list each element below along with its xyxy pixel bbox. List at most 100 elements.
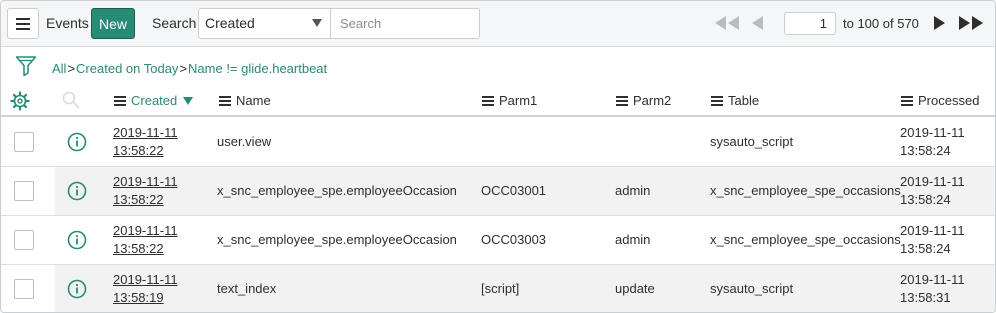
column-search-button[interactable]	[62, 91, 80, 112]
row-checkbox[interactable]	[14, 132, 34, 152]
created-link[interactable]: 2019-11-11 13:58:19	[113, 271, 178, 307]
column-menu-icon[interactable]	[711, 95, 723, 106]
chevron-down-icon	[312, 19, 322, 27]
page-range-label: to 100 of 570	[843, 16, 919, 31]
filter-toggle-button[interactable]	[15, 55, 37, 80]
cell-name: text_index	[217, 281, 277, 296]
created-time: 13:58:22	[113, 192, 164, 207]
double-triangle-right-icon	[959, 16, 983, 30]
cell-processed: 2019-11-11 13:58:24	[900, 222, 965, 258]
cell-table: x_snc_employee_spe_occasions	[710, 183, 901, 198]
breadcrumb-item-all[interactable]: All	[52, 61, 66, 76]
column-label-processed: Processed	[918, 93, 980, 108]
column-header-table[interactable]: Table	[711, 93, 759, 108]
sort-descending-icon	[183, 96, 194, 105]
processed-date: 2019-11-11	[900, 272, 965, 287]
column-header-parm1[interactable]: Parm1	[482, 93, 537, 108]
cell-name: x_snc_employee_spe.employeeOccasion	[217, 183, 457, 198]
processed-date: 2019-11-11	[900, 174, 965, 189]
breadcrumb-item-created-today[interactable]: Created on Today	[76, 61, 178, 76]
preview-record-button[interactable]	[67, 279, 87, 302]
created-link[interactable]: 2019-11-11 13:58:22	[113, 222, 178, 258]
cell-name: x_snc_employee_spe.employeeOccasion	[217, 232, 457, 247]
cell-table: sysauto_script	[710, 134, 794, 149]
preview-record-button[interactable]	[67, 181, 87, 204]
created-link[interactable]: 2019-11-11 13:58:22	[113, 124, 178, 160]
breadcrumb: All>Created on Today>Name != glide.heart…	[52, 61, 327, 76]
processed-date: 2019-11-11	[900, 125, 965, 140]
column-header-name[interactable]: Name	[219, 93, 271, 108]
cell-parm1: OCC03001	[481, 183, 547, 198]
search-label: Search	[152, 15, 197, 31]
row-checkbox[interactable]	[14, 279, 34, 299]
search-field-select[interactable]: Created	[198, 8, 331, 39]
funnel-filter-icon	[15, 56, 37, 77]
cell-table: sysauto_script	[710, 281, 794, 296]
table-row: 2019-11-11 13:58:19 text_index [script] u…	[1, 265, 995, 312]
table-header: Created Name Parm1 Parm2 Table Processed	[1, 85, 995, 117]
breadcrumb-separator: >	[67, 61, 76, 76]
page-title: Events	[46, 15, 89, 31]
column-label-table: Table	[728, 93, 760, 108]
hamburger-menu-icon	[16, 17, 30, 30]
column-label-created: Created	[131, 93, 178, 108]
processed-time: 13:58:24	[900, 143, 951, 158]
cell-name: user.view	[217, 134, 272, 149]
column-header-parm2[interactable]: Parm2	[616, 93, 671, 108]
cell-processed: 2019-11-11 13:58:24	[900, 173, 965, 209]
preview-record-button[interactable]	[67, 132, 87, 155]
next-page-button[interactable]	[933, 13, 947, 33]
column-menu-icon[interactable]	[482, 95, 494, 106]
column-menu-icon[interactable]	[219, 95, 231, 106]
row-checkbox[interactable]	[14, 181, 34, 201]
created-date: 2019-11-11	[113, 125, 178, 140]
info-circle-icon	[67, 132, 87, 152]
created-date: 2019-11-11	[113, 223, 178, 238]
gear-icon	[10, 91, 30, 111]
double-chevron-left-icon	[715, 16, 739, 30]
column-menu-icon[interactable]	[114, 95, 126, 106]
breadcrumb-separator: >	[179, 61, 188, 76]
column-menu-icon[interactable]	[616, 95, 628, 106]
created-date: 2019-11-11	[113, 272, 178, 287]
list-header: Events New Search Created to 100 of 570	[1, 1, 995, 47]
preview-record-button[interactable]	[67, 230, 87, 253]
previous-page-button[interactable]	[751, 13, 765, 33]
cell-table: x_snc_employee_spe_occasions	[710, 232, 901, 247]
cell-parm2: admin	[615, 232, 651, 247]
page-number-input[interactable]	[784, 12, 836, 35]
context-menu-button[interactable]	[7, 8, 39, 39]
last-page-button[interactable]	[958, 13, 984, 33]
column-header-created[interactable]: Created	[114, 93, 194, 108]
created-time: 13:58:22	[113, 143, 164, 158]
cell-processed: 2019-11-11 13:58:24	[900, 124, 965, 160]
cell-parm2: update	[615, 281, 655, 296]
column-label-parm2: Parm2	[633, 93, 672, 108]
column-label-name: Name	[236, 93, 271, 108]
column-header-processed[interactable]: Processed	[901, 93, 979, 108]
created-link[interactable]: 2019-11-11 13:58:22	[113, 173, 178, 209]
info-circle-icon	[67, 181, 87, 201]
processed-time: 13:58:24	[900, 192, 951, 207]
table-row: 2019-11-11 13:58:22 x_snc_employee_spe.em…	[1, 216, 995, 265]
column-menu-icon[interactable]	[901, 95, 913, 106]
breadcrumb-item-name-filter[interactable]: Name != glide.heartbeat	[188, 61, 327, 76]
info-circle-icon	[67, 279, 87, 299]
triangle-right-icon	[934, 16, 945, 30]
new-button[interactable]: New	[91, 8, 135, 39]
search-input[interactable]	[330, 8, 480, 39]
info-circle-icon	[67, 230, 87, 250]
personalize-list-button[interactable]	[10, 91, 30, 114]
processed-date: 2019-11-11	[900, 223, 965, 238]
search-field-value: Created	[205, 15, 255, 31]
cell-parm1: [script]	[481, 281, 520, 296]
created-time: 13:58:19	[113, 290, 164, 305]
table-row: 2019-11-11 13:58:22 x_snc_employee_spe.em…	[1, 167, 995, 216]
table-row: 2019-11-11 13:58:22 user.view sysauto_scr…	[1, 118, 995, 167]
first-page-button[interactable]	[714, 13, 740, 33]
processed-time: 13:58:31	[900, 290, 951, 305]
cell-parm1: OCC03003	[481, 232, 547, 247]
processed-time: 13:58:24	[900, 241, 951, 256]
row-checkbox[interactable]	[14, 230, 34, 250]
cell-parm2: admin	[615, 183, 651, 198]
